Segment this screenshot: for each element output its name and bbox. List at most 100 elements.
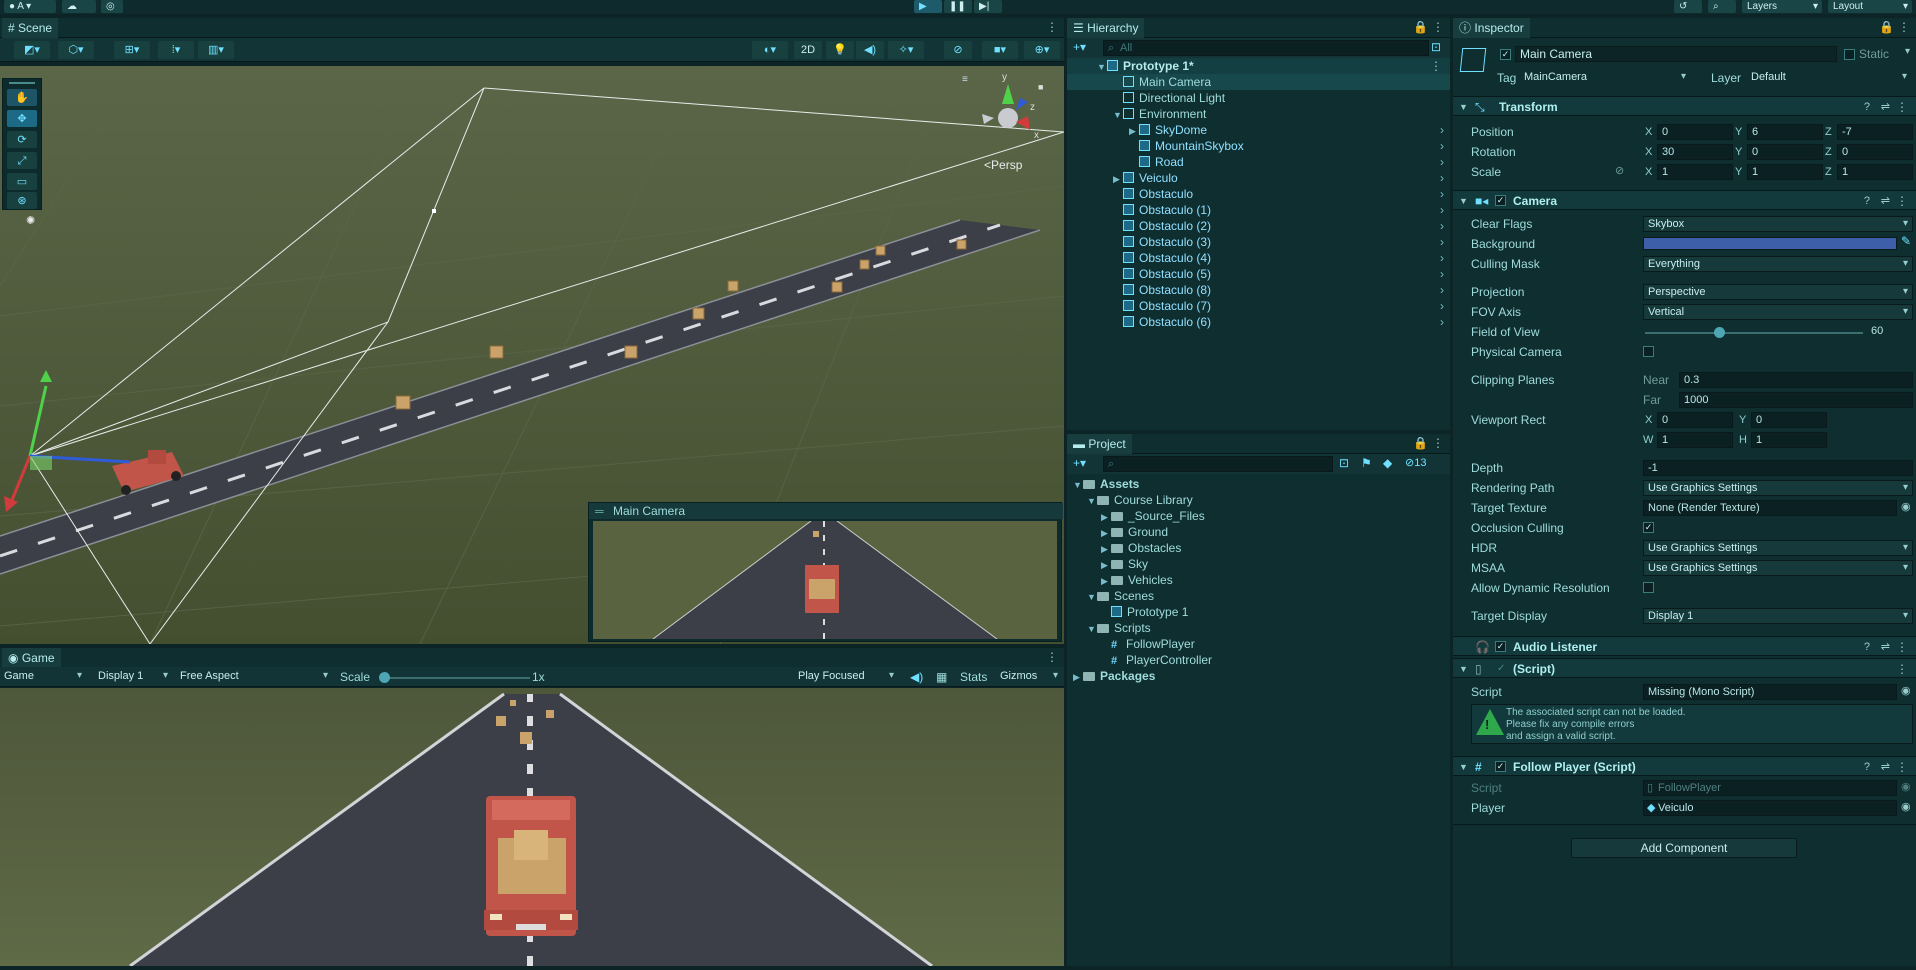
background-color-field[interactable] xyxy=(1643,237,1897,250)
component-menu-icon[interactable]: ⋮ xyxy=(1896,97,1908,117)
missing-script-header[interactable]: ▼ ▯ ✓ (Script) ⋮ xyxy=(1453,658,1916,678)
layout-dropdown[interactable]: Layout ▾ xyxy=(1828,0,1912,13)
missing-script-field[interactable]: Missing (Mono Script) xyxy=(1643,684,1897,700)
project-script[interactable]: # FollowPlayer xyxy=(1067,636,1450,652)
constrain-proportions-icon[interactable]: ⊘ xyxy=(1615,164,1624,177)
pause-button[interactable]: ❚❚ xyxy=(944,0,972,13)
collapse-arrow-icon[interactable]: ▶ xyxy=(1073,669,1083,685)
tab-inspector[interactable]: ⓘ Inspector xyxy=(1453,18,1530,38)
active-checkbox[interactable]: ✓ xyxy=(1500,49,1511,60)
project-folder[interactable]: ▶ Ground xyxy=(1067,524,1450,540)
rect-tool-button[interactable]: ▭ xyxy=(7,173,37,190)
scale-z-field[interactable]: 1 xyxy=(1837,164,1913,180)
preset-icon[interactable]: ⇌ xyxy=(1881,757,1890,777)
search-by-label-icon[interactable]: ⚑ xyxy=(1361,456,1372,470)
target-display-dropdown[interactable]: Display 1 xyxy=(1643,608,1913,624)
create-asset-button[interactable]: +▾ xyxy=(1073,456,1086,470)
hierarchy-menu-icon[interactable]: ⋮ xyxy=(1432,20,1444,34)
history-button[interactable]: ↺ xyxy=(1674,0,1702,13)
keyboard-icon[interactable]: ▦ xyxy=(936,669,947,685)
project-folder[interactable]: ▼ Scenes xyxy=(1067,588,1450,604)
hierarchy-item[interactable]: Main Camera xyxy=(1067,74,1450,90)
snap-increment-button[interactable]: ⁞▾ xyxy=(158,41,194,59)
hand-tool-button[interactable]: ✋ xyxy=(7,89,37,106)
viewport-h-field[interactable]: 1 xyxy=(1751,432,1827,448)
open-prefab-icon[interactable]: › xyxy=(1440,282,1444,298)
hierarchy-item[interactable]: Obstaculo (1) › xyxy=(1067,202,1450,218)
expand-arrow-icon[interactable]: ▼ xyxy=(1113,107,1123,123)
occlusion-culling-checkbox[interactable]: ✓ xyxy=(1643,522,1654,533)
rendering-path-dropdown[interactable]: Use Graphics Settings xyxy=(1643,480,1913,496)
tab-project[interactable]: ▬ Project xyxy=(1067,434,1132,454)
open-prefab-icon[interactable]: › xyxy=(1440,218,1444,234)
object-name-field[interactable]: Main Camera xyxy=(1515,46,1837,62)
game-mode-dropdown[interactable]: Game xyxy=(0,669,86,685)
tag-dropdown[interactable]: MainCamera xyxy=(1520,70,1690,86)
near-field[interactable]: 0.3 xyxy=(1679,372,1913,388)
fov-axis-dropdown[interactable]: Vertical xyxy=(1643,304,1913,320)
scale-x-field[interactable]: 1 xyxy=(1657,164,1733,180)
component-menu-icon[interactable]: ⋮ xyxy=(1896,659,1908,679)
open-prefab-icon[interactable]: › xyxy=(1440,154,1444,170)
help-icon[interactable]: ? xyxy=(1864,191,1870,211)
tab-game[interactable]: ◉ Game xyxy=(2,648,61,668)
open-prefab-icon[interactable]: › xyxy=(1440,122,1444,138)
eyedropper-icon[interactable]: ✎ xyxy=(1901,234,1911,248)
lock-icon[interactable]: 🔒 xyxy=(1413,20,1428,34)
hdr-dropdown[interactable]: Use Graphics Settings xyxy=(1643,540,1913,556)
collab-button[interactable]: ◎ xyxy=(101,0,123,13)
hierarchy-search-input[interactable]: ⌕ All xyxy=(1103,40,1429,56)
hidden-packages-toggle[interactable]: ⊘13 xyxy=(1405,456,1426,469)
rotation-x-field[interactable]: 30 xyxy=(1657,144,1733,160)
layers-dropdown[interactable]: Layers ▾ xyxy=(1742,0,1822,13)
lock-icon[interactable]: 🔒 xyxy=(1413,436,1428,450)
hierarchy-item[interactable]: ▼ Environment xyxy=(1067,106,1450,122)
physical-camera-checkbox[interactable] xyxy=(1643,346,1654,357)
collapse-arrow-icon[interactable]: ▶ xyxy=(1129,123,1139,139)
viewport-y-field[interactable]: 0 xyxy=(1751,412,1827,428)
expand-arrow-icon[interactable]: ▼ xyxy=(1087,621,1097,637)
open-prefab-icon[interactable]: › xyxy=(1440,234,1444,250)
project-folder[interactable]: ▶ _Source_Files xyxy=(1067,508,1450,524)
expand-arrow-icon[interactable]: ▼ xyxy=(1073,477,1083,493)
scene-menu-icon[interactable]: ⋮ xyxy=(1046,20,1058,34)
hierarchy-item[interactable]: Obstaculo (2) › xyxy=(1067,218,1450,234)
play-button[interactable]: ▶ xyxy=(914,0,942,13)
help-icon[interactable]: ? xyxy=(1864,757,1870,777)
fov-value-field[interactable]: 60 xyxy=(1867,324,1913,340)
hierarchy-item[interactable]: Directional Light xyxy=(1067,90,1450,106)
position-x-field[interactable]: 0 xyxy=(1657,124,1733,140)
hidden-objects-button[interactable]: ⊘ xyxy=(944,41,972,59)
audio-listener-header[interactable]: 🎧 ✓ Audio Listener ? ⇌ ⋮ xyxy=(1453,636,1916,656)
grid-visibility-button[interactable]: ▥▾ xyxy=(198,41,234,59)
mute-audio-icon[interactable]: ◀) xyxy=(910,669,923,685)
inspector-menu-icon[interactable]: ⋮ xyxy=(1898,20,1910,34)
hierarchy-item[interactable]: Obstaculo (4) › xyxy=(1067,250,1450,266)
open-prefab-icon[interactable]: › xyxy=(1440,138,1444,154)
tag-icon[interactable]: ◆ xyxy=(1383,456,1392,470)
help-icon[interactable]: ? xyxy=(1864,637,1870,657)
static-checkbox[interactable] xyxy=(1844,49,1855,60)
component-menu-icon[interactable]: ⋮ xyxy=(1896,757,1908,777)
stats-button[interactable]: Stats xyxy=(960,669,987,685)
project-folder[interactable]: ▼ Assets xyxy=(1067,476,1450,492)
camera-header[interactable]: ▼ ■◂ ✓ Camera ? ⇌ ⋮ xyxy=(1453,190,1916,210)
collapse-arrow-icon[interactable]: ▶ xyxy=(1101,509,1111,525)
audio-listener-checkbox[interactable]: ✓ xyxy=(1495,641,1506,652)
scene-menu-icon[interactable]: ⋮ xyxy=(1430,58,1442,74)
scene-view[interactable]: ✋ ✥ ⟳ ⤢ ▭ ⊛ ✺ ≡ ■ y z x <Persp ═ Main Ca… xyxy=(0,66,1064,644)
cloud-button[interactable]: ☁ xyxy=(62,0,96,13)
expand-arrow-icon[interactable]: ▼ xyxy=(1097,59,1107,75)
preset-icon[interactable]: ⇌ xyxy=(1881,97,1890,117)
dynamic-resolution-checkbox[interactable] xyxy=(1643,582,1654,593)
camera-enabled-checkbox[interactable]: ✓ xyxy=(1495,195,1506,206)
follow-player-checkbox[interactable]: ✓ xyxy=(1495,761,1506,772)
draw-mode-button[interactable]: ◩▾ xyxy=(14,41,50,59)
preset-icon[interactable]: ⇌ xyxy=(1881,637,1890,657)
shading-button[interactable]: ⬡▾ xyxy=(58,41,94,59)
rotation-z-field[interactable]: 0 xyxy=(1837,144,1913,160)
fov-slider-thumb[interactable] xyxy=(1714,327,1726,338)
help-icon[interactable]: ? xyxy=(1864,97,1870,117)
open-prefab-icon[interactable]: › xyxy=(1440,202,1444,218)
lighting-button[interactable]: 💡 xyxy=(826,41,854,59)
